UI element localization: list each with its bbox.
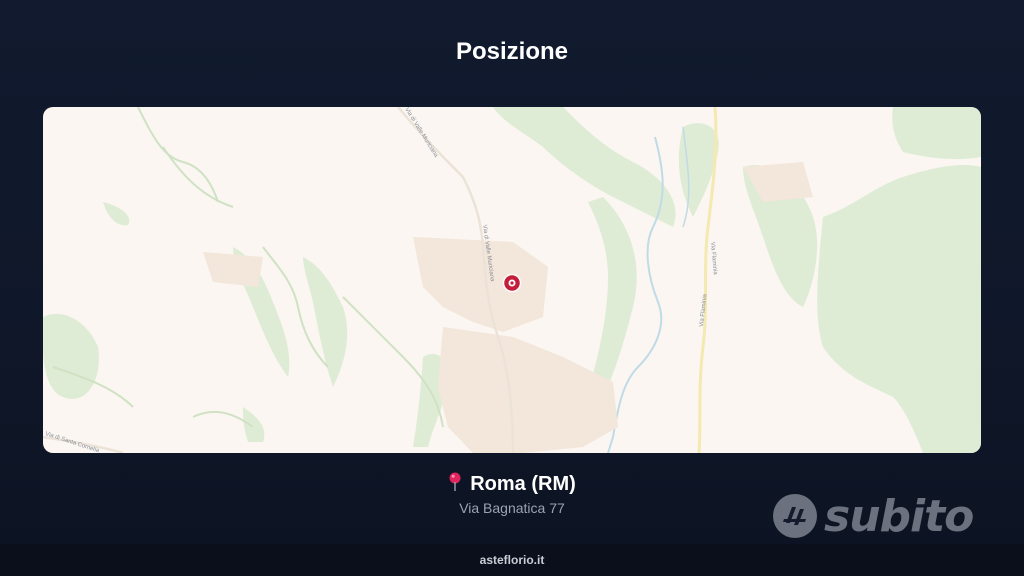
footer: asteflorio.it (0, 544, 1024, 576)
pin-icon (448, 472, 462, 498)
map-marker-icon[interactable] (502, 273, 522, 293)
footer-site[interactable]: asteflorio.it (480, 553, 545, 567)
road-label: Via di Santa Cornelia (44, 431, 100, 453)
location-city: Roma (RM) (470, 473, 576, 495)
road-label: Via Flaminia (699, 293, 708, 327)
map[interactable]: Via di Valle Muriciana Via di Valle Muri… (43, 107, 981, 453)
brand-name: subito (824, 490, 974, 542)
subito-logo-icon (773, 494, 817, 538)
road-label: Via Flaminia (709, 242, 718, 276)
page-title: Posizione (455, 38, 569, 65)
brand-logo: subito (772, 490, 974, 542)
road-label: Via di Valle Muriciana (403, 107, 439, 159)
